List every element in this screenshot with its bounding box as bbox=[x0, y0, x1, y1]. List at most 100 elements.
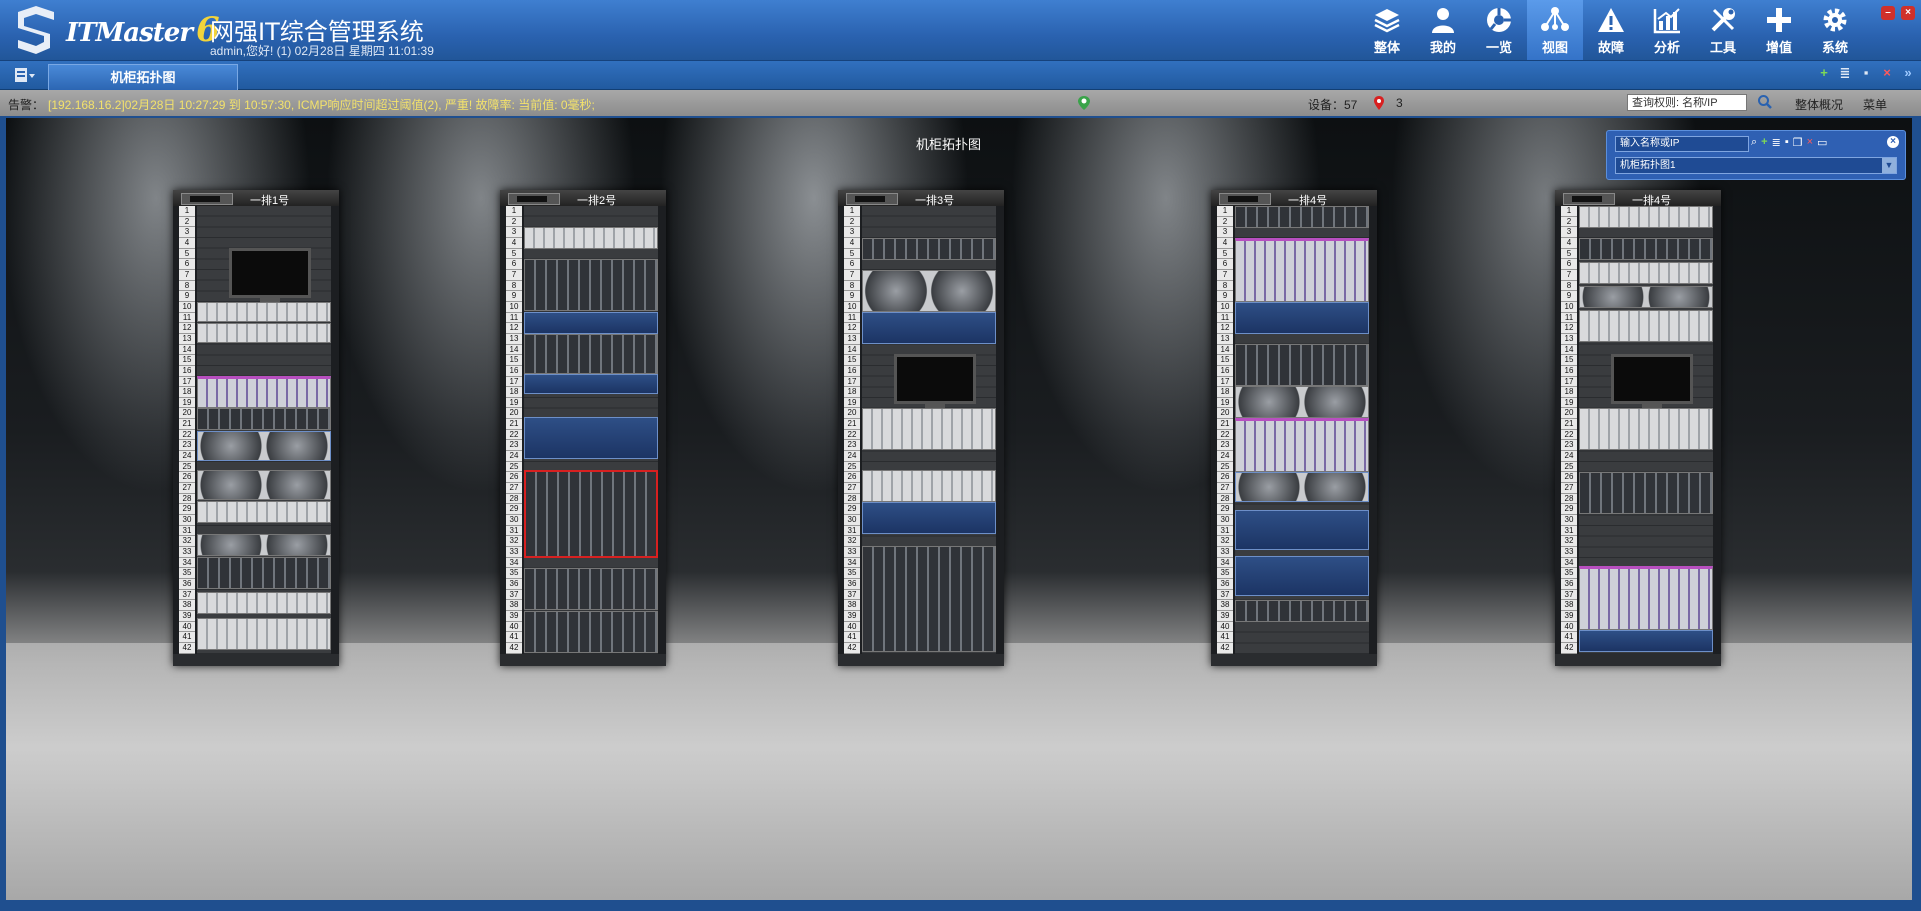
delete-icon[interactable]: × bbox=[1807, 136, 1813, 149]
expand-icon[interactable]: » bbox=[1901, 66, 1915, 80]
rack-device[interactable] bbox=[1235, 238, 1369, 302]
location-icon[interactable] bbox=[1077, 95, 1091, 111]
nav-overall[interactable]: 整体 bbox=[1359, 0, 1415, 60]
minimize-button[interactable]: – bbox=[1881, 6, 1895, 20]
nav-analysis[interactable]: 分析 bbox=[1639, 0, 1695, 60]
rack-device[interactable] bbox=[1235, 386, 1369, 418]
search-icon[interactable] bbox=[1757, 94, 1773, 110]
unit-number: 28 bbox=[179, 494, 195, 505]
rack-device[interactable] bbox=[862, 502, 996, 534]
rack-device[interactable] bbox=[1579, 238, 1713, 260]
save-icon[interactable]: ▪ bbox=[1859, 66, 1873, 80]
nav-glance[interactable]: 一览 bbox=[1471, 0, 1527, 60]
rack-device[interactable] bbox=[862, 270, 996, 312]
rack-device[interactable] bbox=[197, 302, 331, 322]
chevron-down-icon[interactable]: ▼ bbox=[1882, 158, 1896, 173]
unit-number: 9 bbox=[844, 291, 860, 302]
rack-device[interactable] bbox=[1579, 566, 1713, 630]
unit-number: 42 bbox=[1217, 643, 1233, 654]
rack-device[interactable] bbox=[524, 312, 658, 334]
rack-device[interactable] bbox=[1235, 206, 1369, 228]
monitor-icon[interactable]: ▭ bbox=[1817, 136, 1827, 149]
rack-device[interactable] bbox=[197, 618, 331, 650]
nav-system[interactable]: 系统 bbox=[1807, 0, 1863, 60]
rack-device[interactable] bbox=[524, 227, 658, 249]
rack-3[interactable]: 一排3号 1 2 3 4 5 6 7 8 9 10 11 12 13 14 15 16 17 18 19 20 21 22… bbox=[838, 190, 1004, 666]
nav-view[interactable]: 视图 bbox=[1527, 0, 1583, 60]
rack-device[interactable] bbox=[524, 417, 658, 459]
rack-device[interactable] bbox=[197, 557, 331, 589]
rack-device[interactable] bbox=[1235, 600, 1369, 622]
rack-5[interactable]: 一排4号 1 2 3 4 5 6 7 8 9 10 11 12 13 14 15 16 17 18 19 20 21 22… bbox=[1555, 190, 1721, 666]
alarm-device[interactable] bbox=[524, 470, 658, 558]
rack-device[interactable] bbox=[197, 501, 331, 523]
unit-number: 20 bbox=[506, 408, 522, 420]
edit-icon[interactable]: ≣ bbox=[1838, 66, 1852, 80]
rack-device[interactable] bbox=[524, 611, 658, 653]
rack-device[interactable] bbox=[1235, 418, 1369, 472]
rack-device[interactable] bbox=[1235, 556, 1369, 596]
rack-device[interactable] bbox=[1579, 310, 1713, 342]
tab-menu-icon[interactable] bbox=[14, 67, 36, 83]
rack-device[interactable] bbox=[862, 408, 996, 450]
copy-icon[interactable]: ❐ bbox=[1793, 136, 1803, 149]
rack-device[interactable] bbox=[1579, 206, 1713, 228]
topology-select[interactable]: 机柜拓扑图1 ▼ bbox=[1615, 157, 1897, 174]
rack-device[interactable] bbox=[1579, 630, 1713, 652]
rack-device[interactable] bbox=[1235, 302, 1369, 334]
rack-device[interactable] bbox=[524, 334, 658, 374]
nav-mine[interactable]: 我的 bbox=[1415, 0, 1471, 60]
rack-search-input[interactable]: 输入名称或IP bbox=[1615, 136, 1749, 152]
edit-icon[interactable]: ≣ bbox=[1772, 136, 1781, 149]
rack-control-panel: 输入名称或IP ⌕ + ≣ ▪ ❐ × ▭ × 机柜拓扑图1 ▼ bbox=[1606, 130, 1906, 180]
rack-device[interactable] bbox=[1235, 510, 1369, 550]
rack-device[interactable] bbox=[1579, 408, 1713, 450]
rack-monitor[interactable] bbox=[894, 354, 976, 414]
rack-device[interactable] bbox=[1579, 262, 1713, 284]
rack-device[interactable] bbox=[1579, 286, 1713, 308]
query-input[interactable]: 查询权则: 名称/IP bbox=[1627, 94, 1747, 111]
unit-number: 3 bbox=[1217, 227, 1233, 238]
rack-device[interactable] bbox=[862, 312, 996, 344]
rack-header: 一排1号 bbox=[173, 190, 339, 207]
rack-device[interactable] bbox=[1235, 344, 1369, 386]
alarm-bar: 告警： [192.168.16.2]02月28日 10:27:29 到 10:5… bbox=[0, 90, 1921, 116]
rack-device[interactable] bbox=[197, 431, 331, 461]
rack-monitor[interactable] bbox=[229, 248, 311, 308]
save-icon[interactable]: ▪ bbox=[1785, 136, 1789, 149]
rack-device[interactable] bbox=[524, 259, 658, 311]
nav-fault[interactable]: 故障 bbox=[1583, 0, 1639, 60]
rack-device[interactable] bbox=[1235, 472, 1369, 502]
rack-device[interactable] bbox=[197, 408, 331, 430]
add-icon[interactable]: + bbox=[1817, 66, 1831, 80]
rack-2[interactable]: 一排2号 1 2 3 4 5 6 7 8 9 10 11 12 13 14 15 16 17 18 19 20 21 22… bbox=[500, 190, 666, 666]
delete-icon[interactable]: × bbox=[1880, 66, 1894, 80]
overview-link[interactable]: 整体概况 bbox=[1795, 96, 1843, 113]
tab-rack-topology[interactable]: 机柜拓扑图 bbox=[48, 64, 238, 90]
rack-device[interactable] bbox=[197, 376, 331, 408]
rack-device[interactable] bbox=[862, 238, 996, 260]
close-window-button[interactable]: × bbox=[1901, 6, 1915, 20]
alarm-message[interactable]: [192.168.16.2]02月28日 10:27:29 到 10:57:30… bbox=[48, 96, 638, 113]
rack-device[interactable] bbox=[197, 470, 331, 500]
rack-device[interactable] bbox=[524, 568, 658, 610]
rack-device[interactable] bbox=[197, 323, 331, 343]
rack-device[interactable] bbox=[862, 546, 996, 652]
close-icon[interactable]: × bbox=[1887, 136, 1899, 148]
rack-1[interactable]: 一排1号 1 2 3 4 5 6 7 8 9 10 11 12 13 14 15 16 17 18 19 20 21 22… bbox=[173, 190, 339, 666]
rack-monitor[interactable] bbox=[1611, 354, 1693, 414]
nav-tools[interactable]: 工具 bbox=[1695, 0, 1751, 60]
unit-number: 1 bbox=[506, 206, 522, 217]
unit-number: 13 bbox=[506, 334, 522, 345]
app-header: ITMaster 6 网强IT综合管理系统 admin,您好! (1) 02月28… bbox=[0, 0, 1921, 61]
rack-device[interactable] bbox=[862, 470, 996, 502]
menu-link[interactable]: 菜单 bbox=[1863, 96, 1887, 113]
nav-value-added[interactable]: 增值 bbox=[1751, 0, 1807, 60]
rack-4[interactable]: 一排4号 1 2 3 4 5 6 7 8 9 10 11 12 13 14 15 16 17 18 19 20 21 22… bbox=[1211, 190, 1377, 666]
search-icon[interactable]: ⌕ bbox=[1751, 136, 1757, 149]
rack-device[interactable] bbox=[197, 534, 331, 556]
rack-device[interactable] bbox=[197, 592, 331, 614]
add-icon[interactable]: + bbox=[1761, 136, 1767, 149]
rack-device[interactable] bbox=[524, 374, 658, 394]
rack-device[interactable] bbox=[1579, 472, 1713, 514]
